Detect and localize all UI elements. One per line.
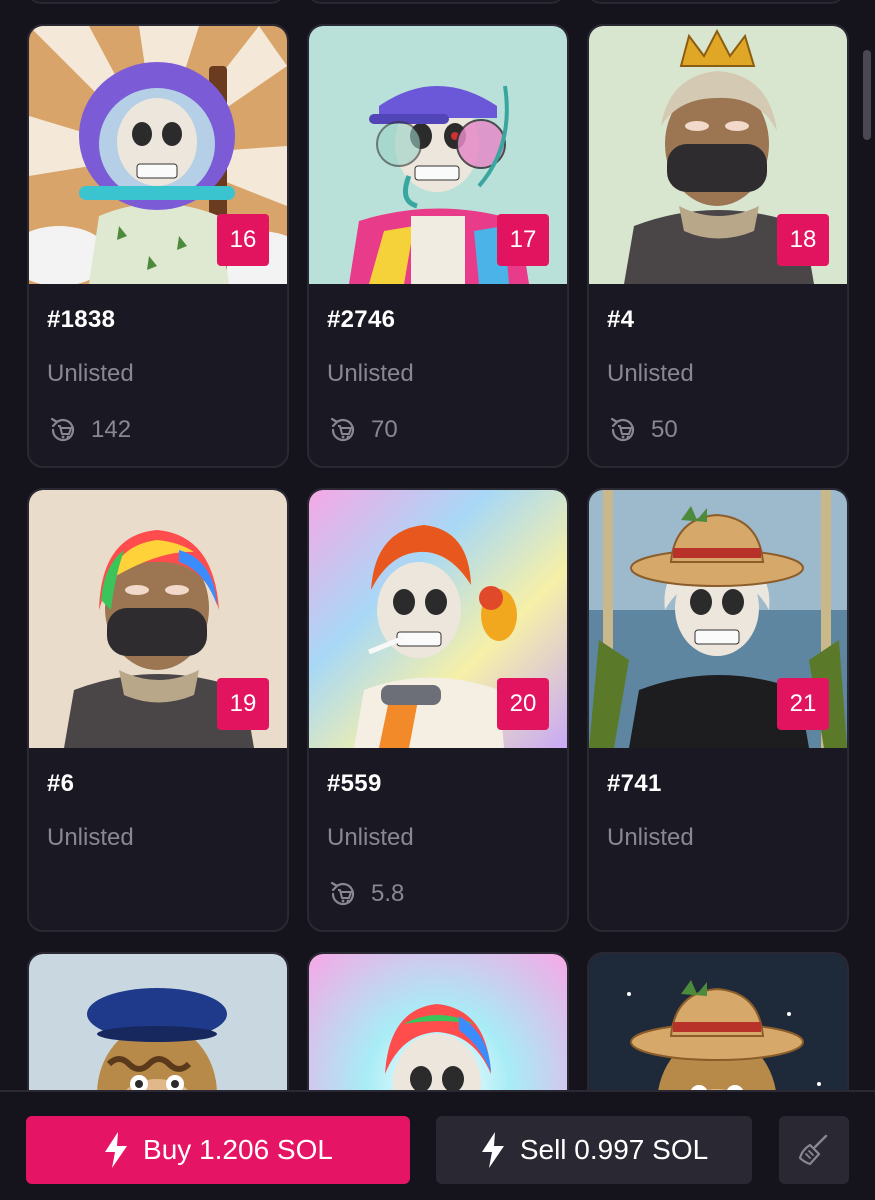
nft-image: 16	[29, 26, 287, 284]
nft-card[interactable]: 20 #559 Unlisted 5.8	[307, 488, 569, 932]
last-sale-value: 70	[371, 416, 398, 443]
cart-refresh-icon	[610, 417, 635, 442]
last-sale-value: 5.8	[371, 880, 405, 907]
previous-card-edge	[587, 0, 845, 4]
buy-button[interactable]: Buy 1.206 SOL	[26, 1116, 410, 1184]
scrollbar[interactable]	[863, 50, 871, 140]
cart-refresh-icon	[50, 417, 75, 442]
rank-badge: 17	[497, 214, 549, 266]
listing-status: Unlisted	[327, 824, 414, 851]
rank-badge: 19	[217, 678, 269, 730]
nft-name: #741	[607, 770, 662, 797]
listing-status: Unlisted	[47, 824, 134, 851]
last-sale-value: 50	[651, 416, 678, 443]
nft-image: 19	[29, 490, 287, 748]
listing-status: Unlisted	[607, 360, 694, 387]
lightning-bolt-icon	[481, 1132, 504, 1168]
lightning-bolt-icon	[105, 1132, 128, 1168]
buy-button-label: Buy 1.206 SOL	[143, 1134, 333, 1165]
nft-card[interactable]: 16 #1838 Unlisted 142	[27, 24, 289, 468]
nft-name: #6	[47, 770, 75, 797]
nft-card[interactable]: 17 #2746 Unlisted 70	[307, 24, 569, 468]
action-bar: Buy 1.206 SOL Sell 0.997 SOL	[0, 1090, 875, 1200]
listing-status: Unlisted	[327, 360, 414, 387]
sell-button[interactable]: Sell 0.997 SOL	[436, 1116, 752, 1184]
nft-image: 21	[589, 490, 847, 748]
cart-refresh-icon	[330, 417, 355, 442]
sweep-button[interactable]	[779, 1116, 849, 1184]
nft-card[interactable]: 19 #6 Unlisted	[27, 488, 289, 932]
last-sale: 5.8	[327, 878, 549, 910]
nft-card[interactable]: 18 #4 Unlisted 50	[587, 24, 849, 468]
listing-status: Unlisted	[47, 360, 134, 387]
nft-image: 18	[589, 26, 847, 284]
rank-badge: 20	[497, 678, 549, 730]
rank-badge: 18	[777, 214, 829, 266]
nft-name: #4	[607, 306, 635, 333]
last-sale: 50	[607, 414, 829, 446]
rank-badge: 21	[777, 678, 829, 730]
collection-page: 16 #1838 Unlisted 142 17 #2746 Unlisted …	[0, 0, 875, 1200]
nft-card[interactable]: 21 #741 Unlisted	[587, 488, 849, 932]
nft-name: #1838	[47, 306, 116, 333]
rank-badge: 16	[217, 214, 269, 266]
previous-card-edge	[307, 0, 565, 4]
nft-name: #559	[327, 770, 382, 797]
nft-image: 20	[309, 490, 567, 748]
last-sale-value: 142	[91, 416, 132, 443]
last-sale: 70	[327, 414, 549, 446]
previous-card-edge	[27, 0, 285, 4]
broom-icon	[798, 1134, 828, 1166]
cart-refresh-icon	[330, 881, 355, 906]
sell-button-label: Sell 0.997 SOL	[519, 1134, 709, 1165]
listing-status: Unlisted	[607, 824, 694, 851]
last-sale: 142	[47, 414, 269, 446]
nft-name: #2746	[327, 306, 396, 333]
nft-image: 17	[309, 26, 567, 284]
